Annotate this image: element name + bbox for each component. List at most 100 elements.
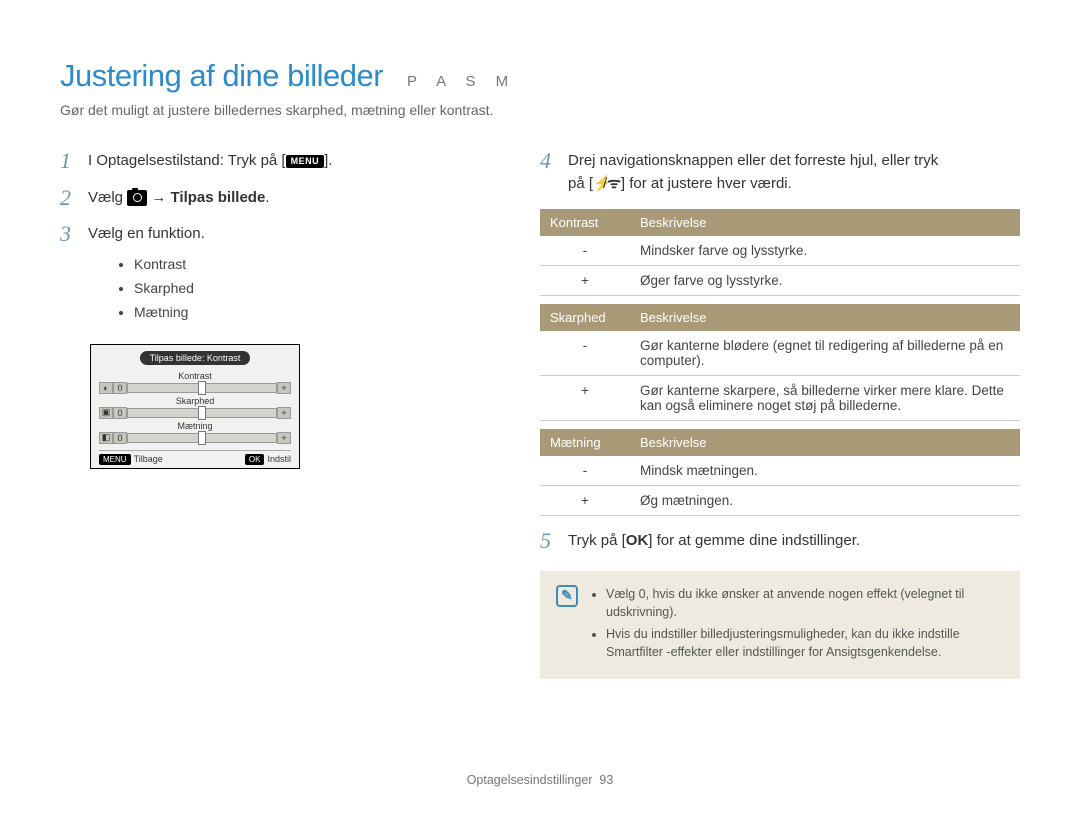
step-4-line1: Drej navigationsknappen eller det forres… [568, 152, 938, 169]
cell-val: Øg mætningen. [630, 486, 1020, 516]
step-2-bold: Tilpas billede [171, 189, 266, 206]
step-2-arrow: → [147, 189, 170, 206]
step-1: 1 I Optagelsestilstand: Tryk på [MENU]. [60, 150, 500, 173]
table-maetning: Mætning Beskrivelse - Mindsk mætningen. … [540, 429, 1020, 516]
flash-icon: ⚡ [593, 173, 603, 196]
left-column: 1 I Optagelsestilstand: Tryk på [MENU]. … [60, 150, 500, 679]
note-item: Vælg 0, hvis du ikke ønsker at anvende n… [606, 585, 1004, 621]
cell-val: Mindsk mætningen. [630, 456, 1020, 486]
th-beskrivelse: Beskrivelse [630, 304, 1020, 331]
lcd-mockup: Tilpas billede: Kontrast Kontrast ◐ 0 + … [90, 344, 500, 469]
slider-track [127, 408, 277, 418]
slider-track [127, 383, 277, 393]
page-footer: Optagelsesindstillinger 93 [0, 773, 1080, 787]
cell-val: Gør kanterne blødere (egnet til redigeri… [630, 331, 1020, 376]
note-item: Hvis du indstiller billedjusteringsmulig… [606, 625, 1004, 661]
slider-label: Skarphed [99, 396, 291, 406]
table-kontrast: Kontrast Beskrivelse - Mindsker farve og… [540, 209, 1020, 296]
menu-icon: MENU [286, 155, 325, 168]
slider-knob [198, 381, 206, 395]
note-box: ✎ Vælg 0, hvis du ikke ønsker at anvende… [540, 571, 1020, 680]
step-5-pre: Tryk på [ [568, 532, 626, 549]
cell-key: - [540, 331, 630, 376]
slider-knob [198, 431, 206, 445]
cell-val: Øger farve og lysstyrke. [630, 266, 1020, 296]
slider-left-val: 0 [113, 407, 127, 419]
slider-left-icon: ◐ [99, 382, 113, 394]
table-row: + Øg mætningen. [540, 486, 1020, 516]
step-3-bullets: Kontrast Skarphed Mætning [116, 254, 500, 323]
slider-left-icon: ▣ [99, 407, 113, 419]
table-row: + Gør kanterne skarpere, så billederne v… [540, 376, 1020, 421]
table-row: - Gør kanterne blødere (egnet til redige… [540, 331, 1020, 376]
slider-label: Mætning [99, 421, 291, 431]
th-skarphed: Skarphed [540, 304, 630, 331]
footer-section: Optagelsesindstillinger [467, 773, 593, 787]
cell-val: Mindsker farve og lysstyrke. [630, 236, 1020, 266]
lcd-set-label: Indstil [267, 454, 291, 464]
slider-right: + [277, 432, 291, 444]
th-maetning: Mætning [540, 429, 630, 456]
slider-track [127, 433, 277, 443]
cell-key: + [540, 486, 630, 516]
step-1-text-pre: I Optagelsestilstand: Tryk på [ [88, 152, 286, 169]
mode-indicator: P A S M [407, 73, 516, 90]
page-title: Justering af dine billeder [60, 58, 383, 94]
slider-knob [198, 406, 206, 420]
content-columns: 1 I Optagelsestilstand: Tryk på [MENU]. … [60, 150, 1020, 679]
th-beskrivelse: Beskrivelse [630, 429, 1020, 456]
lcd-set-btn: OK [245, 454, 265, 465]
slider-label: Kontrast [99, 371, 291, 381]
table-row: - Mindsk mætningen. [540, 456, 1020, 486]
table-skarphed: Skarphed Beskrivelse - Gør kanterne blød… [540, 304, 1020, 421]
slider-maetning: Mætning ◧ 0 + [99, 421, 291, 444]
lcd-footer: MENUTilbage OKIndstil [99, 450, 291, 464]
step-4-line2-pre: på [ [568, 175, 593, 192]
step-number: 1 [60, 150, 78, 172]
bullet-maetning: Mætning [134, 302, 500, 323]
table-row: + Øger farve og lysstyrke. [540, 266, 1020, 296]
note-list: Vælg 0, hvis du ikke ønsker at anvende n… [606, 585, 1004, 666]
note-icon: ✎ [556, 585, 578, 607]
bullet-kontrast: Kontrast [134, 254, 500, 275]
table-row: - Mindsker farve og lysstyrke. [540, 236, 1020, 266]
bullet-skarphed: Skarphed [134, 278, 500, 299]
lcd-title: Tilpas billede: Kontrast [140, 351, 251, 365]
cell-key: - [540, 236, 630, 266]
th-kontrast: Kontrast [540, 209, 630, 236]
step-1-text-post: ]. [324, 152, 332, 169]
cell-key: + [540, 266, 630, 296]
lcd-back-label: Tilbage [134, 454, 163, 464]
camera-icon [127, 190, 147, 206]
step-number: 4 [540, 150, 558, 172]
cell-key: + [540, 376, 630, 421]
step-2-text-pre: Vælg [88, 189, 127, 206]
cell-key: - [540, 456, 630, 486]
step-number: 3 [60, 223, 78, 245]
lcd-back-btn: MENU [99, 454, 131, 465]
step-number: 2 [60, 187, 78, 209]
step-number: 5 [540, 530, 558, 552]
slider-left-val: 0 [113, 382, 127, 394]
page-subtitle: Gør det muligt at justere billedernes sk… [60, 102, 1020, 118]
right-column: 4 Drej navigationsknappen eller det forr… [540, 150, 1020, 679]
step-4: 4 Drej navigationsknappen eller det forr… [540, 150, 1020, 195]
slider-right: + [277, 382, 291, 394]
step-2: 2 Vælg → Tilpas billede. [60, 187, 500, 210]
ok-icon: OK [626, 532, 649, 549]
step-5-post: ] for at gemme dine indstillinger. [648, 532, 860, 549]
title-row: Justering af dine billeder P A S M [60, 58, 1020, 94]
step-5: 5 Tryk på [OK] for at gemme dine indstil… [540, 530, 1020, 553]
th-beskrivelse: Beskrivelse [630, 209, 1020, 236]
step-3: 3 Vælg en funktion. Kontrast Skarphed Mæ… [60, 223, 500, 326]
wifi-icon: ᯤ [607, 173, 621, 196]
lcd-screen: Tilpas billede: Kontrast Kontrast ◐ 0 + … [90, 344, 300, 469]
cell-val: Gør kanterne skarpere, så billederne vir… [630, 376, 1020, 421]
slider-skarphed: Skarphed ▣ 0 + [99, 396, 291, 419]
step-3-text: Vælg en funktion. [88, 225, 205, 242]
step-4-line2-post: ] for at justere hver værdi. [621, 175, 792, 192]
slider-left-icon: ◧ [99, 432, 113, 444]
slider-kontrast: Kontrast ◐ 0 + [99, 371, 291, 394]
step-2-post: . [265, 189, 269, 206]
footer-page: 93 [599, 773, 613, 787]
